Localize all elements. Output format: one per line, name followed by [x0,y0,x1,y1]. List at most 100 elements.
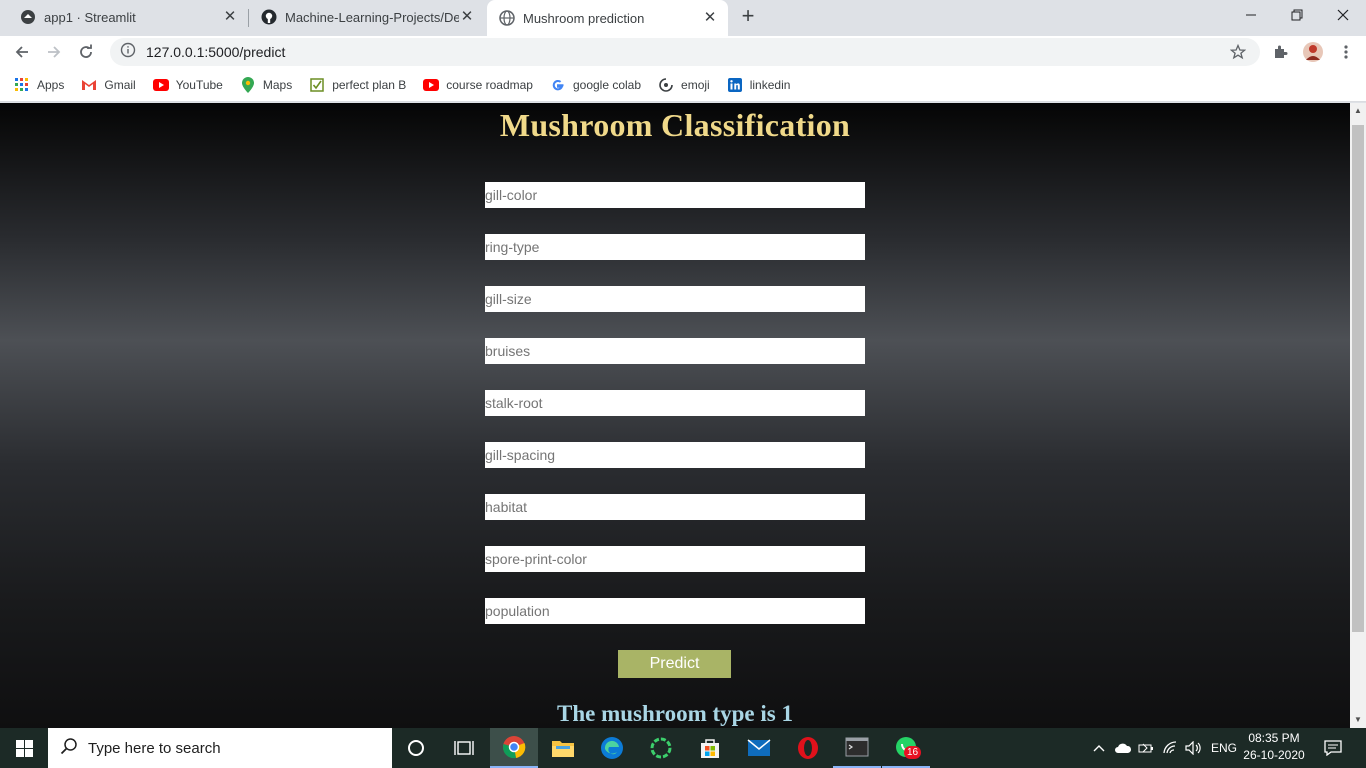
globe-icon [499,10,515,26]
tab-github[interactable]: Machine-Learning-Projects/Decis ✕ [249,0,485,34]
tab-title: app1 · Streamlit [44,9,136,25]
wifi-icon[interactable] [1160,728,1182,768]
bookmark-google-colab[interactable]: google colab [550,77,641,93]
mail-icon[interactable] [735,728,783,768]
restore-icon[interactable] [1274,0,1320,30]
close-icon[interactable]: ✕ [222,9,238,25]
bookmarks-bar: Apps Gmail YouTube Maps perfect plan B c… [0,68,1366,102]
maps-icon [240,76,256,93]
bookmark-label: google colab [572,77,642,92]
bookmark-label: YouTube [175,77,223,92]
bookmark-gmail[interactable]: Gmail [81,77,136,93]
clock-time: 08:35 PM [1248,731,1300,745]
habitat-input[interactable] [485,494,865,520]
reload-icon[interactable] [72,38,100,66]
address-bar[interactable]: 127.0.0.1:5000/predict [110,38,1260,66]
emoji-icon [658,77,674,93]
bookmark-linkedin[interactable]: linkedin [727,77,791,93]
whatsapp-icon[interactable]: 16 [882,728,930,768]
close-icon[interactable]: ✕ [459,9,475,25]
bookmark-youtube[interactable]: YouTube [152,77,223,93]
search-icon [60,737,78,760]
opera-icon[interactable] [784,728,832,768]
bookmark-label: Apps [37,77,65,92]
tab-title: Machine-Learning-Projects/Decis [285,9,459,25]
tab-streamlit[interactable]: app1 · Streamlit ✕ [8,0,248,34]
bookmark-label: linkedin [749,77,791,92]
close-window-icon[interactable] [1320,0,1366,30]
tab-strip: app1 · Streamlit ✕ Machine-Learning-Proj… [0,0,1366,36]
onedrive-cloud-icon[interactable] [1112,728,1134,768]
bookmark-emoji[interactable]: emoji [658,77,710,93]
github-icon [261,9,277,25]
windows-start-icon[interactable] [0,728,48,768]
close-icon[interactable]: ✕ [702,10,718,26]
url-text: 127.0.0.1:5000/predict [146,44,286,60]
youtube-icon [152,77,169,93]
predict-button[interactable]: Predict [618,650,731,678]
browser-toolbar: 127.0.0.1:5000/predict [0,36,1366,68]
bookmark-label: Maps [262,77,293,92]
notification-center-icon[interactable] [1318,728,1348,768]
task-view-icon[interactable] [440,728,488,768]
streamlit-icon [20,9,36,25]
volume-icon[interactable] [1183,728,1205,768]
scroll-up-arrow-icon[interactable]: ▲ [1350,103,1366,119]
stalk-root-input[interactable] [485,390,865,416]
forward-icon[interactable] [40,38,68,66]
profile-avatar[interactable] [1299,38,1327,66]
back-icon[interactable] [8,38,36,66]
prediction-result: The mushroom type is 1 [557,701,793,726]
bookmark-star-icon[interactable] [1229,43,1247,60]
scrollbar-thumb[interactable] [1352,125,1364,632]
page-scrollbar[interactable]: ▲ ▼ [1350,103,1366,728]
bookmark-maps[interactable]: Maps [240,76,293,93]
gill-spacing-input[interactable] [485,442,865,468]
bookmark-course-roadmap[interactable]: course roadmap [423,77,533,93]
system-clock[interactable]: 08:35 PM 26-10-2020 [1240,730,1308,764]
gill-color-input[interactable] [485,182,865,208]
info-icon[interactable] [120,42,136,63]
taskbar-search-box[interactable]: Type here to search [48,728,392,768]
new-tab-button[interactable]: + [736,5,760,29]
page-title: Mushroom Classification [499,107,851,143]
tab-title: Mushroom prediction [523,10,645,26]
google-icon [550,77,566,93]
bookmark-apps[interactable]: Apps [14,77,64,93]
chevron-up-icon[interactable] [1088,728,1110,768]
windows-taskbar: Type here to search 16 ENG 08:35 PM 26-1… [0,728,1366,768]
cortana-icon[interactable] [392,728,440,768]
microsoft-store-icon[interactable] [686,728,734,768]
ring-type-input[interactable] [485,234,865,260]
notification-badge: 16 [904,746,922,759]
bookmark-label: perfect plan B [332,77,407,92]
search-placeholder: Type here to search [88,739,221,757]
youtube-icon [423,77,440,93]
terminal-icon[interactable] [833,728,881,768]
gmail-icon [81,77,97,93]
menu-kebab-icon[interactable] [1332,38,1360,66]
bruises-input[interactable] [485,338,865,364]
tab-mushroom-prediction[interactable]: Mushroom prediction ✕ [487,0,728,36]
bookmark-perfect-plan-b[interactable]: perfect plan B [309,77,406,93]
gill-size-input[interactable] [485,286,865,312]
battery-icon[interactable] [1136,728,1158,768]
bookmark-label: Gmail [104,77,136,92]
file-explorer-icon[interactable] [539,728,587,768]
clock-date: 26-10-2020 [1243,748,1305,762]
page-viewport: Mushroom Classification Predict The mush… [0,103,1350,728]
population-input[interactable] [485,598,865,624]
checkbox-icon [309,77,325,93]
circular-app-icon[interactable] [637,728,685,768]
bookmark-label: course roadmap [446,77,533,92]
scroll-down-arrow-icon[interactable]: ▼ [1350,712,1366,728]
language-indicator[interactable]: ENG [1208,728,1240,768]
spore-print-color-input[interactable] [485,546,865,572]
apps-grid-icon [14,77,30,93]
chrome-taskbar-icon[interactable] [490,728,538,768]
edge-icon[interactable] [588,728,636,768]
minimize-icon[interactable] [1228,0,1274,30]
linkedin-icon [727,77,743,93]
bookmark-label: emoji [681,77,710,92]
extensions-icon[interactable] [1266,38,1294,66]
